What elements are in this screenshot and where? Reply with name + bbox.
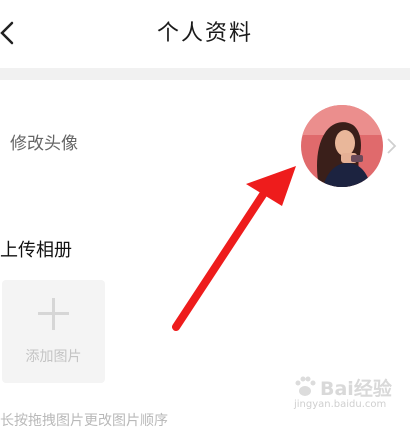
add-photo-button[interactable]: 添加图片: [2, 280, 105, 383]
change-avatar-label: 修改头像: [10, 134, 78, 154]
page-title: 个人资料: [156, 21, 253, 46]
change-avatar-row[interactable]: 修改头像: [0, 82, 410, 207]
album-section-title: 上传相册: [0, 240, 72, 261]
watermark: Bai经验 jingyan.baidu.com: [292, 372, 408, 412]
header-bar: 个人资料: [0, 0, 410, 66]
avatar[interactable]: [301, 105, 383, 187]
chevron-right-icon: [387, 138, 397, 154]
paw-logo-icon: [295, 376, 316, 396]
add-photo-label: 添加图片: [25, 349, 82, 365]
watermark-url: jingyan.baidu.com: [294, 399, 387, 410]
reorder-hint: 长按拖拽图片更改图片顺序: [0, 413, 168, 429]
watermark-brand: Bai经验: [320, 378, 392, 400]
section-divider: [0, 68, 410, 80]
